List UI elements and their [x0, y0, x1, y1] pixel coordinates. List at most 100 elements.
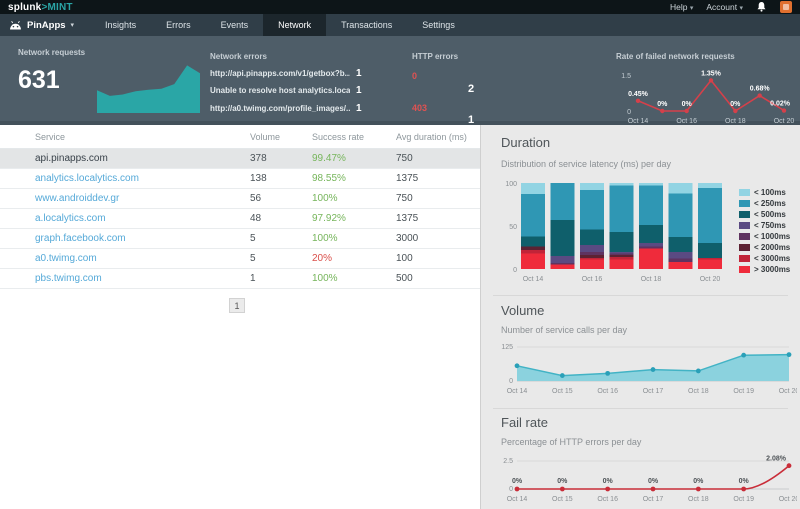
service-link[interactable]: graph.facebook.com [35, 233, 126, 244]
service-link[interactable]: api.pinapps.com [35, 153, 108, 164]
network-requests-value: 631 [18, 66, 60, 94]
services-table: Service Volume Success rate Avg duration (m… [0, 125, 480, 289]
fail-rate-section-subtitle: Percentage of HTTP errors per day [501, 437, 642, 447]
help-menu[interactable]: Help ▾ [670, 2, 693, 12]
svg-text:Oct 18: Oct 18 [688, 496, 709, 503]
svg-text:0%: 0% [730, 101, 741, 108]
duration-section-title: Duration [501, 135, 551, 150]
failed-requests-rate-chart: 0 1.5 0.45% 0% 0% 1.35% 0% 0.68% 0.02% Oct 14 Oct … [621, 70, 795, 125]
network-errors-block: Network errors http://api.pinapps.com/v1… [210, 52, 390, 114]
network-requests-label: Network requests [18, 48, 86, 57]
pagination-page-1[interactable]: 1 [229, 298, 245, 313]
app-switcher[interactable]: PinApps ▾ [0, 14, 90, 36]
svg-text:Oct 20: Oct 20 [774, 118, 795, 125]
legend-item: < 100ms [739, 187, 790, 198]
table-header-row: Service Volume Success rate Avg duration (m… [0, 125, 480, 149]
svg-text:Oct 16: Oct 16 [597, 496, 618, 503]
volume-area-chart: 125 0 Oct 14 Oct 15 Oct 16 Oct 17 Oct 18 Oct 19… [501, 344, 797, 395]
service-link[interactable]: a.localytics.com [35, 213, 106, 224]
service-link[interactable]: analytics.localytics.com [35, 173, 139, 184]
network-requests-sparkline [97, 65, 200, 113]
tab-settings[interactable]: Settings [407, 14, 470, 36]
svg-text:Oct 16: Oct 16 [597, 388, 618, 395]
failed-requests-rate-label: Rate of failed network requests [616, 52, 735, 61]
legend-item: > 3000ms [739, 264, 790, 275]
network-requests-block: Network requests 631 [18, 48, 85, 95]
column-header[interactable]: Volume [250, 125, 312, 149]
chevron-down-icon: ▾ [70, 22, 75, 29]
table-row[interactable]: pbs.twimg.com 1 100% 500 [0, 268, 480, 289]
svg-text:Oct 15: Oct 15 [552, 388, 573, 395]
svg-text:Oct 14: Oct 14 [507, 388, 528, 395]
http-errors-block: HTTP errors 0 2 403 1 [412, 52, 492, 126]
svg-text:0%: 0% [693, 478, 704, 485]
legend-item: < 2000ms [739, 242, 790, 253]
svg-text:1.35%: 1.35% [701, 70, 722, 77]
table-row[interactable]: graph.facebook.com 5 100% 3000 [0, 228, 480, 249]
legend-item: < 1000ms [739, 231, 790, 242]
network-error-item[interactable]: Unable to resolve host analytics.local..… [210, 85, 390, 96]
table-row[interactable]: a0.twimg.com 5 20% 100 [0, 248, 480, 269]
legend-item: < 250ms [739, 198, 790, 209]
svg-text:0.45%: 0.45% [628, 91, 649, 98]
duration-legend: < 100ms < 250ms < 500ms < 750ms < 1000ms < 20… [739, 187, 790, 275]
network-error-item[interactable]: http://a0.twimg.com/profile_images/... 1 [210, 103, 390, 114]
svg-text:Oct 16: Oct 16 [582, 276, 603, 283]
svg-text:100: 100 [505, 181, 517, 188]
svg-text:Oct 20: Oct 20 [700, 276, 721, 283]
charts-panel: Duration Distribution of service latency… [481, 125, 800, 509]
svg-text:0%: 0% [739, 478, 750, 485]
nav-tabs: Insights Errors Events Network Transactions S… [90, 14, 470, 36]
chevron-down-icon: ▾ [739, 5, 743, 12]
notification-badge[interactable] [780, 1, 792, 13]
svg-text:Oct 20: Oct 20 [779, 496, 797, 503]
column-header[interactable]: Success rate [312, 125, 396, 149]
service-link[interactable]: pbs.twimg.com [35, 273, 102, 284]
service-link[interactable]: www.androiddev.gr [35, 193, 119, 204]
svg-text:0.68%: 0.68% [750, 86, 771, 93]
bell-icon[interactable] [756, 1, 767, 13]
service-link[interactable]: a0.twimg.com [35, 253, 97, 264]
svg-text:0%: 0% [512, 478, 523, 485]
http-error-code: 403 [412, 103, 428, 113]
http-errors-label: HTTP errors [412, 52, 459, 61]
svg-text:0: 0 [509, 486, 513, 493]
summary-strip: Network requests 631 Network errors http… [0, 36, 800, 126]
account-menu[interactable]: Account ▾ [706, 2, 743, 12]
table-row[interactable]: analytics.localytics.com 138 98.55% 1375 [0, 168, 480, 189]
svg-text:0: 0 [513, 267, 517, 274]
legend-item: < 500ms [739, 209, 790, 220]
svg-text:125: 125 [501, 344, 513, 351]
svg-text:2.08%: 2.08% [766, 456, 787, 463]
tab-events[interactable]: Events [206, 14, 264, 36]
network-error-item[interactable]: http://api.pinapps.com/v1/getbox?b... 1 [210, 68, 390, 79]
volume-section-subtitle: Number of service calls per day [501, 325, 628, 335]
legend-item: < 750ms [739, 220, 790, 231]
svg-text:0%: 0% [657, 101, 668, 108]
section-divider [493, 295, 788, 296]
http-error-code: 0 [412, 71, 418, 81]
table-row[interactable]: a.localytics.com 48 97.92% 1375 [0, 208, 480, 229]
tab-errors[interactable]: Errors [151, 14, 206, 36]
svg-text:Oct 20: Oct 20 [779, 388, 797, 395]
svg-text:0%: 0% [648, 478, 659, 485]
svg-text:0: 0 [509, 378, 513, 385]
svg-text:Oct 18: Oct 18 [688, 388, 709, 395]
fail-rate-section-title: Fail rate [501, 415, 548, 430]
table-row[interactable]: api.pinapps.com 378 99.47% 750 [0, 148, 480, 169]
svg-text:0.02%: 0.02% [770, 101, 791, 108]
chevron-down-icon: ▾ [689, 5, 694, 12]
svg-text:Oct 14: Oct 14 [628, 118, 649, 125]
svg-text:Oct 15: Oct 15 [552, 496, 573, 503]
svg-text:Oct 16: Oct 16 [676, 118, 697, 125]
tab-network[interactable]: Network [263, 14, 327, 36]
failed-requests-rate-block: Rate of failed network requests 0 1.5 0.45… [616, 52, 798, 131]
svg-text:Oct 19: Oct 19 [733, 388, 754, 395]
table-row[interactable]: www.androiddev.gr 56 100% 750 [0, 188, 480, 209]
column-header[interactable]: Service [0, 125, 250, 149]
column-header[interactable]: Avg duration (ms) [396, 125, 480, 149]
volume-section-title: Volume [501, 303, 545, 318]
tab-transactions[interactable]: Transactions [326, 14, 407, 36]
tab-insights[interactable]: Insights [90, 14, 151, 36]
svg-text:Oct 17: Oct 17 [643, 496, 664, 503]
